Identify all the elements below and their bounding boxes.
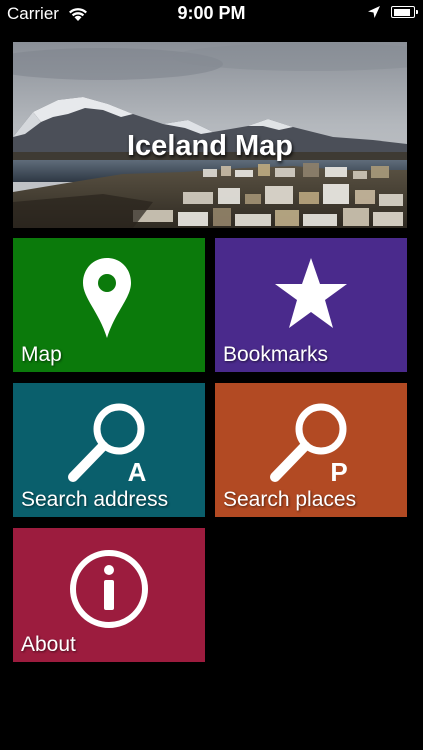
about-tile[interactable]: About bbox=[13, 528, 205, 662]
address-letter: A bbox=[128, 457, 147, 487]
map-tile[interactable]: Map bbox=[13, 238, 205, 372]
battery-icon bbox=[391, 6, 418, 18]
search-places-icon: P bbox=[270, 403, 348, 487]
search-address-tile[interactable]: A Search address bbox=[13, 383, 205, 517]
banner-image: Iceland Map bbox=[13, 42, 407, 228]
search-places-tile-label: Search places bbox=[223, 488, 357, 511]
battery-fill bbox=[393, 8, 410, 16]
bookmarks-tile-label: Bookmarks bbox=[223, 343, 329, 366]
location-arrow-icon bbox=[368, 6, 380, 18]
app-title: Iceland Map bbox=[127, 130, 293, 162]
map-pin-icon bbox=[83, 258, 131, 338]
status-bar: Carrier 9:00 PM bbox=[0, 0, 423, 28]
search-address-icon: A bbox=[68, 403, 147, 487]
status-time: 9:00 PM bbox=[177, 3, 246, 23]
search-address-tile-label: Search address bbox=[21, 488, 169, 511]
search-places-tile[interactable]: P Search places bbox=[215, 383, 407, 517]
map-tile-label: Map bbox=[21, 343, 62, 366]
about-tile-label: About bbox=[21, 633, 76, 656]
bookmarks-tile[interactable]: Bookmarks bbox=[215, 238, 407, 372]
places-letter: P bbox=[330, 457, 347, 487]
status-right bbox=[367, 5, 418, 19]
info-icon bbox=[70, 550, 148, 628]
star-icon bbox=[275, 258, 347, 328]
